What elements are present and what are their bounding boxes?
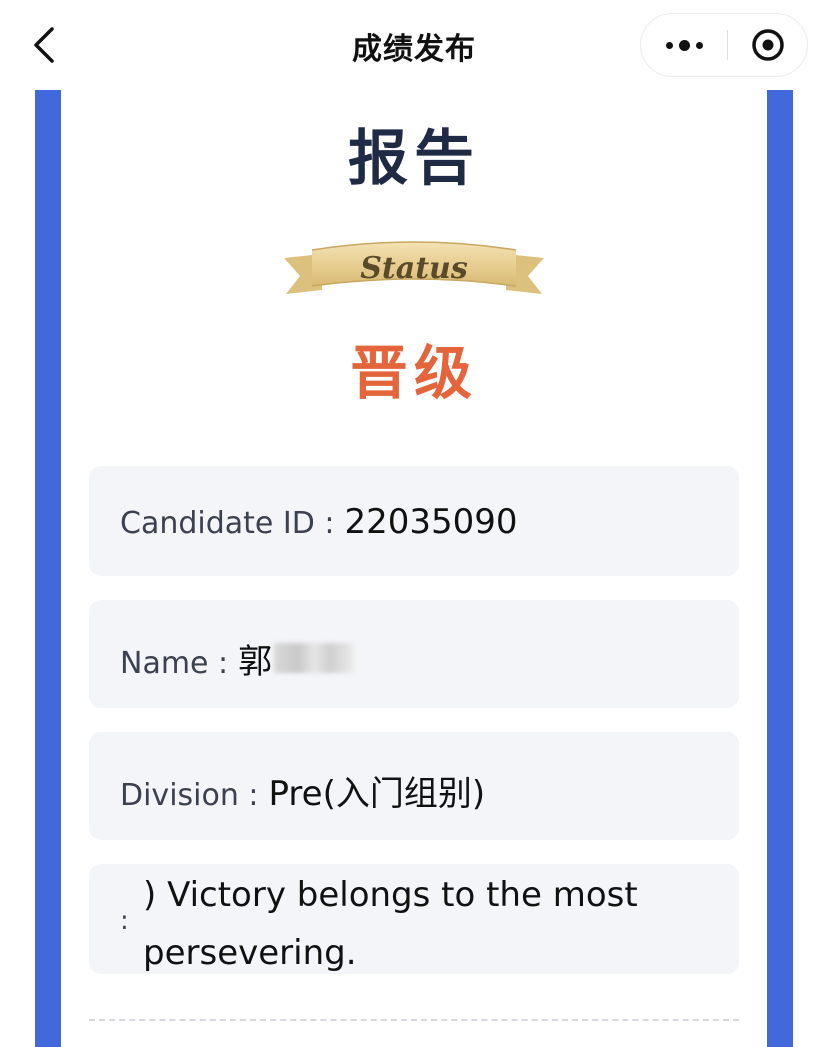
candidate-id-label: Candidate ID : (120, 506, 335, 541)
more-button[interactable] (641, 14, 727, 76)
right-accent-bar (767, 90, 793, 1047)
division-value: Pre(入门组别) (268, 774, 486, 814)
mini-program-capsule (640, 13, 808, 77)
status-ribbon: Status (284, 241, 544, 294)
name-redaction (274, 643, 355, 673)
status-value: 晋级 (349, 339, 478, 407)
left-accent-bar (35, 90, 61, 1047)
candidate-id-value: 22035090 (344, 502, 518, 542)
name-value: 郭 (238, 642, 273, 682)
ribbon-label: Status (360, 251, 468, 286)
division-row: Division : Pre(入门组别) (120, 766, 485, 815)
dashed-divider (89, 1019, 739, 1021)
name-row: Name : 郭 (120, 634, 355, 683)
report-title: 报告 (348, 124, 480, 194)
mini-program-close-icon (752, 29, 784, 61)
more-dots-icon (663, 39, 706, 51)
name-label: Name : (120, 646, 229, 681)
candidate-id-row: Candidate ID : 22035090 (120, 502, 518, 542)
message-label: : (120, 906, 129, 936)
navigation-bar: 成绩发布 (0, 0, 828, 90)
message-text: ) Victory belongs to the most perseverin… (143, 875, 638, 973)
close-mini-program-button[interactable] (728, 14, 808, 76)
division-label: Division : (120, 778, 259, 813)
